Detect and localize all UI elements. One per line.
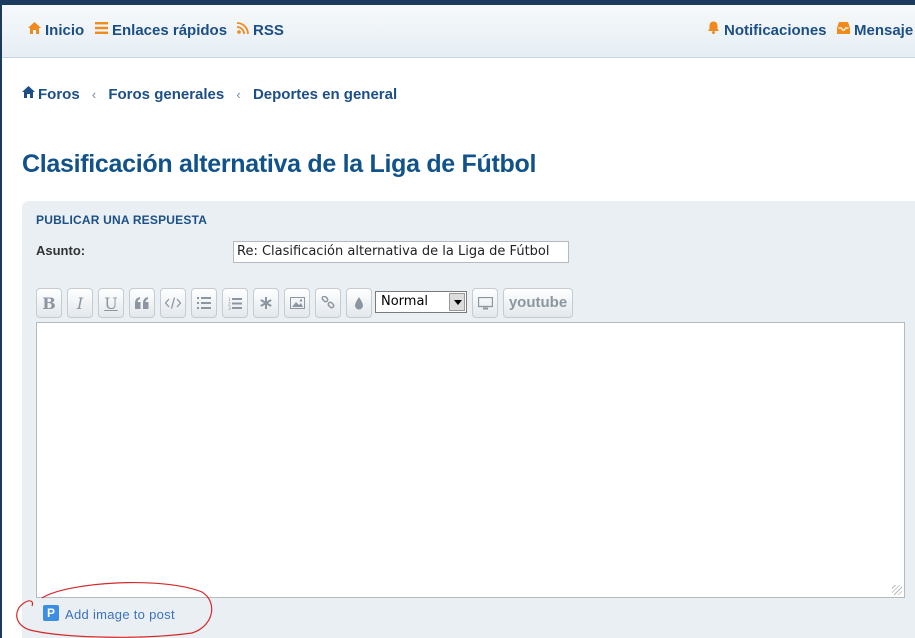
- nav-rss[interactable]: RSS: [236, 4, 284, 57]
- link-icon: [321, 296, 335, 310]
- drop-icon: [354, 296, 364, 310]
- subject-label: Asunto:: [36, 243, 86, 258]
- underline-button[interactable]: U: [98, 288, 124, 318]
- svg-text:3: 3: [228, 306, 231, 310]
- nav-mensajes[interactable]: Mensaje: [837, 5, 913, 57]
- navbar: Inicio Enlaces rápidos RSS Notificacione…: [2, 5, 915, 58]
- nav-mensajes-label: Mensaje: [854, 22, 914, 39]
- monitor-icon: [477, 296, 493, 310]
- left-border: [0, 5, 2, 638]
- code-icon: [165, 297, 181, 309]
- youtube-button[interactable]: youtube: [503, 288, 573, 318]
- breadcrumb-separator-icon: ‹: [236, 87, 241, 102]
- list-item-button[interactable]: [253, 288, 279, 318]
- breadcrumb-deportes[interactable]: Deportes en general: [253, 86, 397, 103]
- page-title[interactable]: Clasificación alternativa de la Liga de …: [22, 150, 536, 179]
- nav-inicio[interactable]: Inicio: [28, 5, 84, 57]
- nav-inicio-label: Inicio: [45, 22, 85, 39]
- bold-label: B: [42, 293, 56, 313]
- font-size-value: Normal: [381, 294, 429, 309]
- nav-notificaciones[interactable]: Notificaciones: [707, 5, 827, 57]
- home-icon: [28, 4, 41, 56]
- asterisk-icon: [260, 297, 272, 309]
- font-size-select[interactable]: Normal: [375, 291, 467, 313]
- home-icon: [22, 85, 35, 102]
- underline-label: U: [104, 293, 118, 313]
- red-circle-annotation: [16, 582, 213, 638]
- breadcrumb-foros-label: Foros: [38, 86, 80, 103]
- italic-button[interactable]: I: [67, 288, 93, 318]
- bell-icon: [707, 4, 720, 56]
- breadcrumb: Foros ‹ Foros generales ‹ Deportes en ge…: [22, 85, 397, 104]
- code-button[interactable]: [160, 288, 186, 318]
- color-button[interactable]: [346, 288, 372, 318]
- inbox-icon: [837, 4, 850, 56]
- nav-rss-label: RSS: [253, 22, 284, 39]
- nav-enlaces[interactable]: Enlaces rápidos: [95, 5, 227, 57]
- message-textarea[interactable]: [36, 322, 905, 598]
- italic-label: I: [76, 293, 84, 313]
- numbered-list-icon: 123: [228, 297, 242, 310]
- bullet-list-button[interactable]: [191, 288, 217, 318]
- breadcrumb-separator-icon: ‹: [91, 87, 97, 102]
- media-button[interactable]: [472, 288, 498, 318]
- breadcrumb-foros[interactable]: Foros: [22, 85, 84, 103]
- list-icon: [197, 297, 211, 309]
- nav-notificaciones-label: Notificaciones: [724, 22, 827, 39]
- quote-button[interactable]: [129, 288, 155, 318]
- bold-button[interactable]: B: [36, 288, 62, 318]
- image-button[interactable]: [284, 288, 310, 318]
- nav-enlaces-label: Enlaces rápidos: [112, 22, 228, 39]
- menu-icon: [95, 4, 108, 56]
- resize-grip-icon[interactable]: [892, 585, 902, 595]
- rss-icon: [236, 4, 249, 56]
- subject-input[interactable]: Re: Clasificación alternativa de la Liga…: [233, 241, 569, 263]
- link-button[interactable]: [315, 288, 341, 318]
- panel-heading: PUBLICAR UNA RESPUESTA: [36, 213, 208, 227]
- breadcrumb-foros-generales[interactable]: Foros generales: [108, 86, 224, 103]
- quote-icon: [135, 297, 149, 309]
- numbered-list-button[interactable]: 123: [222, 288, 248, 318]
- chevron-down-icon[interactable]: [449, 293, 465, 311]
- image-icon: [289, 297, 305, 309]
